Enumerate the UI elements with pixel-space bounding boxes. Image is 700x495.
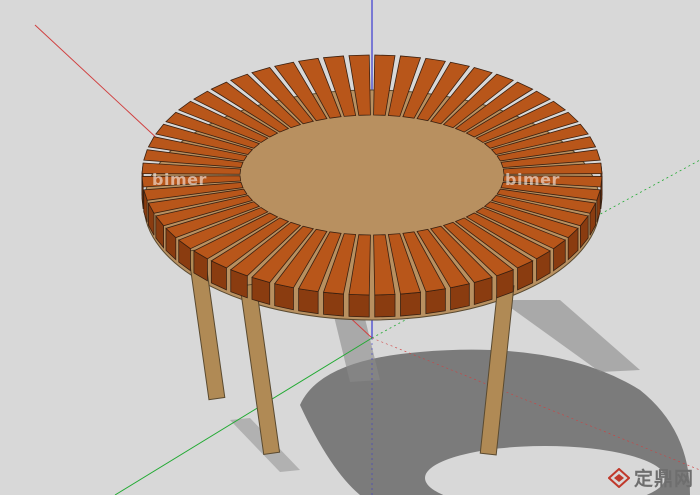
site-logo: 定鼎网 <box>607 464 694 491</box>
model-scene <box>34 0 700 495</box>
logo-text: 定鼎网 <box>633 468 694 490</box>
slat-side <box>400 291 421 317</box>
slat-side <box>274 283 294 311</box>
slat-side <box>374 293 396 318</box>
watermark-right: bimer <box>505 170 560 189</box>
diamond-logo-icon <box>607 467 630 488</box>
watermark-left: bimer <box>152 170 207 189</box>
slat-side <box>450 283 470 311</box>
slat-side <box>323 291 344 317</box>
slat-side <box>425 288 446 315</box>
slat-side <box>348 293 370 318</box>
model-viewport[interactable]: bimer bimer 定鼎网 <box>0 0 700 495</box>
slat-side <box>298 288 319 315</box>
